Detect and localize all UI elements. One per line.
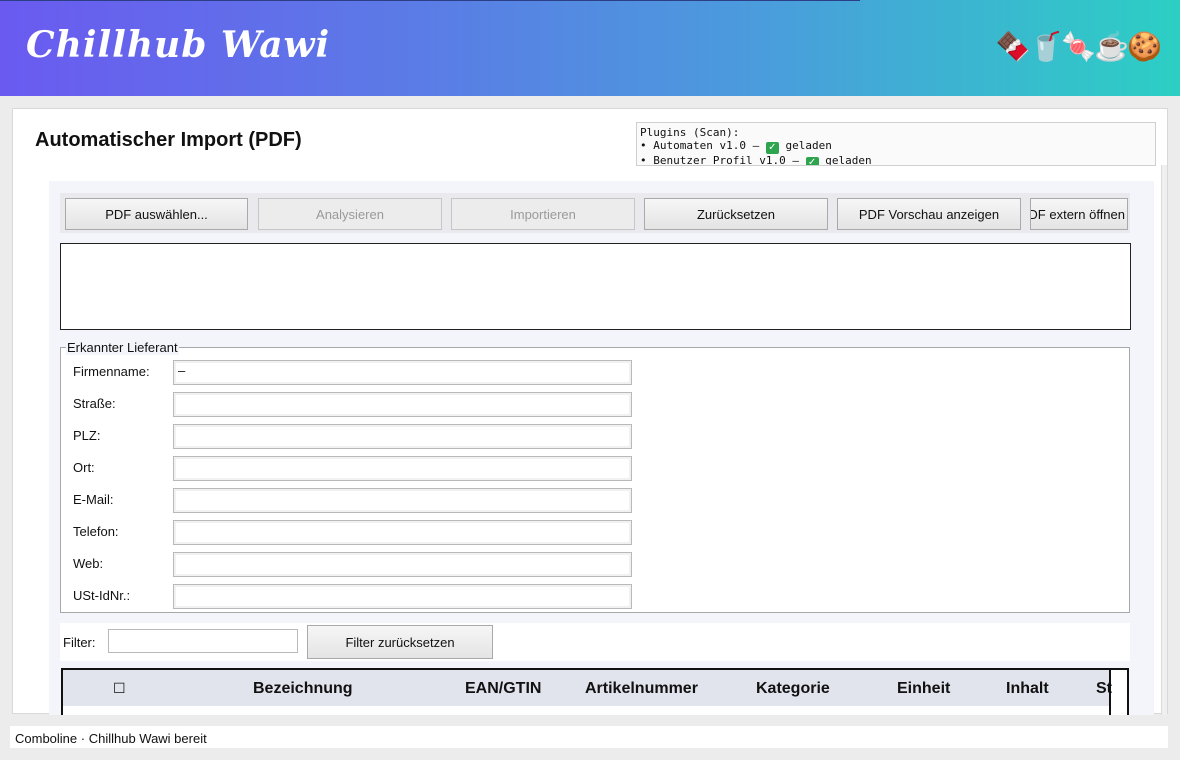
supplier-group-legend: Erkannter Lieferant (66, 340, 179, 355)
app-header: Chillhub Wawi 🍫🥤🍬☕🍪 (0, 0, 1180, 96)
analysis-output-area[interactable] (60, 243, 1131, 330)
plugin-name: Automaten v1.0 – (653, 139, 760, 152)
column-header[interactable]: EAN/GTIN (465, 680, 541, 698)
column-header[interactable]: Inhalt (1006, 680, 1049, 698)
article-table: ☐ Bezeichnung EAN/GTIN Artikelnummer Kat… (61, 668, 1129, 715)
snack-emoji-strip: 🍫🥤🍬☕🍪 (995, 31, 1162, 62)
vat-id-field[interactable] (173, 584, 632, 609)
web-field[interactable] (173, 552, 632, 577)
plugin-name: Benutzer Profil v1.0 – (653, 154, 799, 166)
city-label: Ort: (73, 460, 95, 475)
table-scroll-divider (1109, 670, 1111, 715)
plugin-line: • Automaten v1.0 – ✓ geladen (640, 139, 1152, 154)
column-header[interactable]: Einheit (897, 680, 950, 698)
filter-bar: Filter: Filter zurücksetzen (60, 623, 1130, 661)
import-panel: Automatischer Import (PDF) Plugins (Scan… (12, 108, 1168, 715)
email-label: E-Mail: (73, 492, 114, 507)
banner-topline (0, 0, 860, 1)
snack-decoration: 🍫🥤🍬☕🍪 (995, 30, 1162, 64)
column-header[interactable]: Kategorie (756, 680, 830, 698)
plugins-header: Plugins (Scan): (640, 126, 740, 139)
zip-label: PLZ: (73, 428, 101, 443)
vat-id-label: USt-IdNr.: (73, 588, 131, 603)
plugins-status-box: Plugins (Scan): • Automaten v1.0 – ✓ gel… (636, 122, 1156, 166)
reset-button[interactable]: Zurücksetzen (644, 198, 828, 230)
plugin-status: geladen (825, 154, 872, 166)
page-title: Automatischer Import (PDF) (35, 129, 302, 151)
table-header: ☐ Bezeichnung EAN/GTIN Artikelnummer Kat… (63, 670, 1112, 706)
analyze-button[interactable]: Analysieren (258, 198, 442, 230)
plugin-status: geladen (785, 139, 832, 152)
column-header[interactable]: Bezeichnung (253, 680, 353, 698)
phone-field[interactable] (173, 520, 632, 545)
company-name-label: Firmenname: (73, 364, 150, 379)
supplier-group: Erkannter Lieferant Firmenname: – Straße… (60, 340, 1130, 613)
check-icon: ✓ (805, 157, 819, 165)
action-toolbar: PDF auswählen... Analysieren Importieren… (60, 193, 1130, 233)
content-area: PDF auswählen... Analysieren Importieren… (49, 181, 1154, 715)
web-label: Web: (73, 556, 104, 571)
filter-reset-button[interactable]: Filter zurücksetzen (307, 625, 493, 659)
plugin-bullet: • (640, 154, 647, 166)
filter-input[interactable] (108, 629, 298, 653)
phone-label: Telefon: (73, 524, 119, 539)
company-name-field[interactable]: – (173, 360, 632, 385)
filter-label: Filter: (63, 635, 96, 650)
vertical-scrollbar[interactable] (1161, 165, 1167, 715)
pdf-preview-button[interactable]: PDF Vorschau anzeigen (837, 198, 1021, 230)
street-field[interactable] (173, 392, 632, 417)
plugin-line: • Benutzer Profil v1.0 – ✓ geladen (640, 154, 1152, 166)
check-icon: ✓ (765, 142, 779, 154)
zip-field[interactable] (173, 424, 632, 449)
column-header[interactable]: Artikelnummer (585, 680, 698, 698)
email-field[interactable] (173, 488, 632, 513)
app-title: Chillhub Wawi (26, 24, 331, 66)
pick-pdf-button[interactable]: PDF auswählen... (65, 198, 248, 230)
city-field[interactable] (173, 456, 632, 481)
status-bar: Comboline · Chillhub Wawi bereit (10, 726, 1168, 748)
plugin-bullet: • (640, 139, 647, 152)
import-button[interactable]: Importieren (451, 198, 635, 230)
select-all-checkbox[interactable]: ☐ (113, 680, 126, 697)
street-label: Straße: (73, 396, 116, 411)
open-pdf-external-button[interactable]: PDF extern öffnen (1030, 198, 1128, 230)
